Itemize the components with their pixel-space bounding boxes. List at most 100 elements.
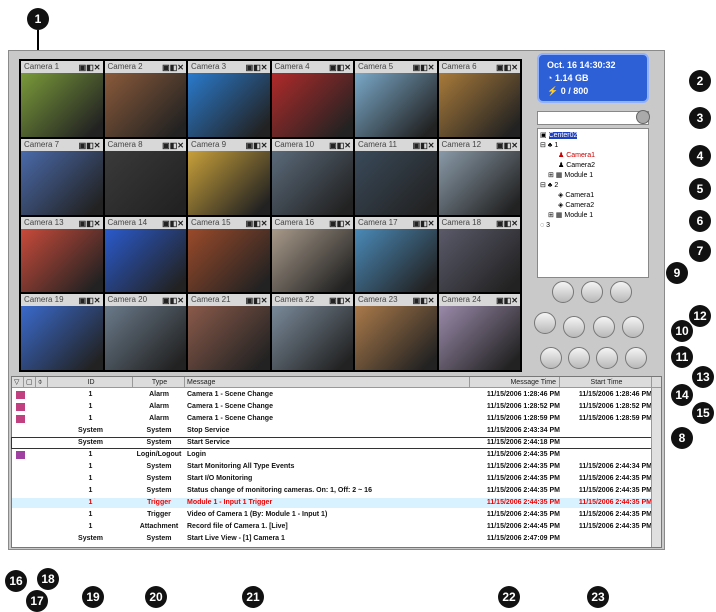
tree-module[interactable]: ⊞ ▦ Module 1 [540, 211, 646, 221]
camera-tile[interactable]: Camera 13 ▣◧✕ [21, 216, 103, 293]
settings-button[interactable] [622, 316, 644, 338]
tree-node-1[interactable]: ⊟ ♣ 1 [540, 141, 646, 151]
camera-tile[interactable]: Camera 23 ▣◧✕ [355, 294, 437, 370]
tree-camera[interactable]: ♟ Camera1 [540, 151, 646, 161]
col-message[interactable]: Message [185, 377, 470, 388]
camera-tile[interactable]: Camera 8 ▣◧✕ [104, 138, 186, 215]
user-button[interactable] [596, 347, 618, 369]
print-button[interactable] [610, 281, 632, 303]
camera-tile[interactable]: Camera 9 ▣◧✕ [188, 138, 270, 215]
camera-tile[interactable]: Camera 1 ▣◧✕ [21, 61, 103, 137]
camera-title: Camera 24 ▣◧✕ [438, 294, 520, 307]
save-button[interactable] [552, 281, 574, 303]
table-row[interactable]: System System Start Live View - [1] Camera… [12, 534, 651, 544]
camera-feed[interactable] [104, 228, 186, 293]
table-row[interactable]: 1 Attachment Record file of Camera 1. [Liv… [12, 522, 652, 532]
vertical-scrollbar[interactable] [651, 388, 661, 547]
camera-feed[interactable] [21, 150, 103, 215]
col-type[interactable]: Type [133, 377, 185, 388]
camera-feed[interactable] [438, 73, 520, 137]
table-row[interactable]: 1 System Start Monitoring All Type Events 1… [12, 462, 652, 472]
search-icon[interactable] [636, 110, 650, 124]
cell-id: 1 [88, 451, 93, 458]
camera-feed[interactable] [21, 306, 103, 370]
playback-button[interactable] [593, 316, 615, 338]
tree-root[interactable]: ▣ Center02 [540, 131, 646, 141]
layout-button[interactable] [534, 312, 556, 334]
tree-camera[interactable]: ◈ Camera1 [540, 191, 646, 201]
filter-icon[interactable]: ▽ [12, 377, 24, 388]
power-button[interactable] [625, 347, 647, 369]
next-button[interactable] [568, 347, 590, 369]
table-row[interactable]: 1 Login/Logout Login 11/15/2006 2:44:35 PM [12, 450, 651, 460]
camera-feed[interactable] [188, 150, 270, 215]
table-row[interactable]: 1 Trigger Video of Camera 1 (By: Module 1 … [12, 510, 652, 520]
camera-feed[interactable] [271, 150, 353, 215]
snapshot-button[interactable] [581, 281, 603, 303]
camera-tile[interactable]: Camera 14 ▣◧✕ [104, 216, 186, 293]
camera-feed[interactable] [271, 228, 353, 293]
event-log-table[interactable]: ▽ ▢ ⌽ ID Type Message Message Time Start… [11, 376, 662, 548]
table-row[interactable]: 1 Alarm Camera 1 - Scene Change 11/15/2006 … [12, 414, 652, 424]
camera-feed[interactable] [438, 306, 520, 370]
camera-tile[interactable]: Camera 17 ▣◧✕ [355, 216, 437, 293]
camera-tile[interactable]: Camera 11 ▣◧✕ [355, 138, 437, 215]
camera-feed[interactable] [355, 150, 437, 215]
table-row[interactable]: 1 System Start I/O Monitoring 11/15/2006 2:… [12, 474, 652, 484]
camera-tile[interactable]: Camera 2 ▣◧✕ [104, 61, 186, 137]
table-row[interactable]: 1 Alarm Camera 1 - Scene Change 11/15/2006 … [12, 390, 652, 400]
camera-feed[interactable] [355, 73, 437, 137]
table-row[interactable]: 1 Trigger Module 1 - Input 1 Trigger 11/15/… [12, 498, 652, 508]
camera-tile[interactable]: Camera 21 ▣◧✕ [188, 294, 270, 370]
info-button[interactable] [563, 316, 585, 338]
camera-tile[interactable]: Camera 19 ▣◧✕ [21, 294, 103, 370]
camera-tile[interactable]: Camera 20 ▣◧✕ [104, 294, 186, 370]
camera-tile[interactable]: Camera 22 ▣◧✕ [271, 294, 353, 370]
camera-feed[interactable] [271, 73, 353, 137]
tree-camera[interactable]: ◈ Camera2 [540, 201, 646, 211]
camera-feed[interactable] [104, 150, 186, 215]
camera-tile[interactable]: Camera 12 ▣◧✕ [438, 138, 520, 215]
col-id[interactable]: ID [48, 377, 133, 388]
camera-tile[interactable]: Camera 15 ▣◧✕ [188, 216, 270, 293]
camera-feed[interactable] [21, 73, 103, 137]
table-row[interactable]: System System Start Service 11/15/2006 2:44… [11, 437, 652, 449]
camera-tile[interactable]: Camera 24 ▣◧✕ [438, 294, 520, 370]
camera-tile[interactable]: Camera 5 ▣◧✕ [355, 61, 437, 137]
prev-button[interactable] [540, 347, 562, 369]
tree-node-3[interactable]: ◌ 3 [540, 221, 646, 231]
camera-title: Camera 14 ▣◧✕ [104, 216, 186, 229]
col-start-time[interactable]: Start Time [560, 377, 652, 388]
device-tree[interactable]: ▣ Center02 ⊟ ♣ 1 ♟ Camera1 ♟ Camera2 ⊞ ▦… [537, 128, 649, 278]
tree-module[interactable]: ⊞ ▦ Module 1 [540, 171, 646, 181]
camera-feed[interactable] [188, 73, 270, 137]
camera-tile[interactable]: Camera 3 ▣◧✕ [188, 61, 270, 137]
camera-feed[interactable] [355, 228, 437, 293]
camera-tile[interactable]: Camera 4 ▣◧✕ [271, 61, 353, 137]
note-icon[interactable]: ▢ [24, 377, 36, 388]
camera-feed[interactable] [21, 228, 103, 293]
table-row[interactable]: 1 Alarm Camera 1 - Scene Change 11/15/2006 … [12, 402, 652, 412]
cell-start-time: 11/15/2006 2:44:35 PM [578, 475, 652, 482]
camera-tile[interactable]: Camera 16 ▣◧✕ [271, 216, 353, 293]
tree-camera[interactable]: ♟ Camera2 [540, 161, 646, 171]
attach-icon[interactable]: ⌽ [36, 377, 48, 388]
col-message-time[interactable]: Message Time [470, 377, 560, 388]
camera-feed[interactable] [188, 228, 270, 293]
camera-tile[interactable]: Camera 6 ▣◧✕ [438, 61, 520, 137]
camera-tile[interactable]: Camera 10 ▣◧✕ [271, 138, 353, 215]
camera-tile[interactable]: Camera 7 ▣◧✕ [21, 138, 103, 215]
tree-node-2[interactable]: ⊟ ♣ 2 [540, 181, 646, 191]
search-input[interactable] [537, 110, 650, 125]
camera-feed[interactable] [104, 306, 186, 370]
camera-name: Camera 16 [274, 217, 315, 227]
camera-feed[interactable] [355, 306, 437, 370]
camera-feed[interactable] [188, 306, 270, 370]
camera-tile[interactable]: Camera 18 ▣◧✕ [438, 216, 520, 293]
camera-feed[interactable] [438, 228, 520, 293]
table-row[interactable]: 1 System Status change of monitoring camer… [12, 486, 652, 496]
camera-feed[interactable] [104, 73, 186, 137]
table-row[interactable]: System System Stop Service 11/15/2006 2:43:… [12, 426, 651, 436]
camera-feed[interactable] [438, 150, 520, 215]
camera-feed[interactable] [271, 306, 353, 370]
